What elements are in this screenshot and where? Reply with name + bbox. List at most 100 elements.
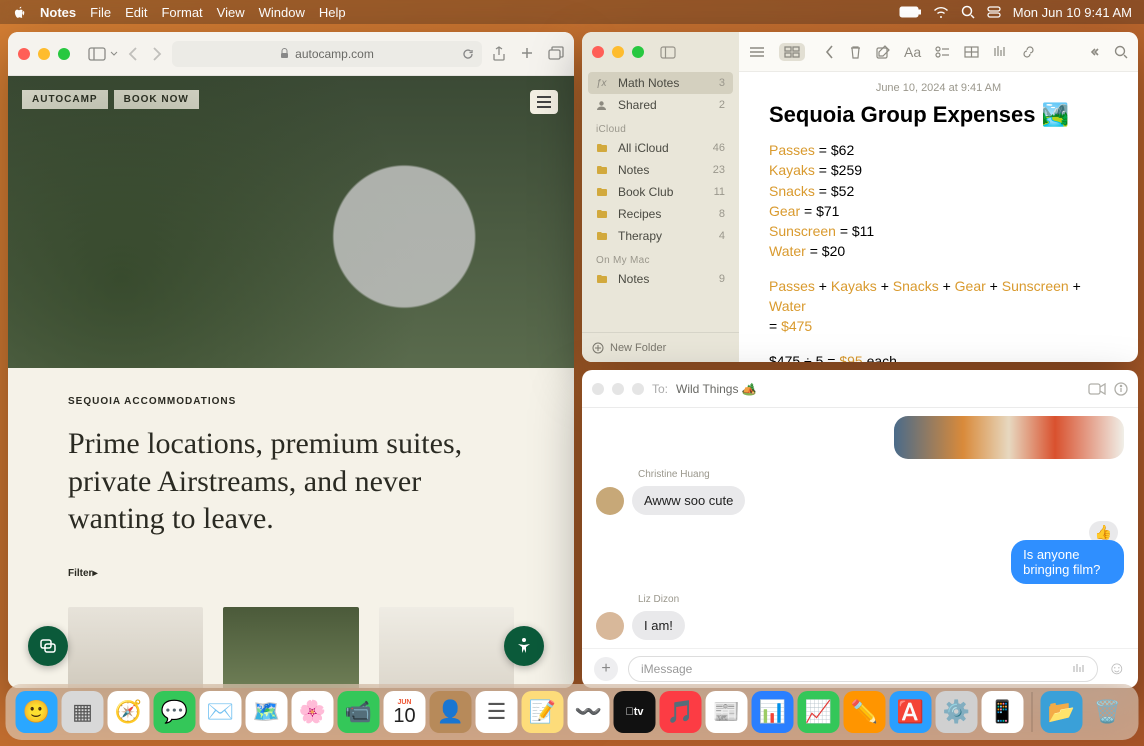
- message-bubble-sent[interactable]: Is anyone bringing film?: [1011, 540, 1124, 584]
- minimize-window-button[interactable]: [38, 48, 50, 60]
- dock-maps-icon[interactable]: 🗺️: [246, 691, 288, 733]
- fullscreen-window-button[interactable]: [632, 383, 644, 395]
- conversation-name[interactable]: Wild Things 🏕️: [676, 382, 757, 396]
- sidebar-item-therapy[interactable]: Therapy4: [588, 225, 733, 247]
- sidebar-item-math-notes[interactable]: ƒxMath Notes3: [588, 72, 733, 94]
- close-window-button[interactable]: [18, 48, 30, 60]
- dictation-icon[interactable]: [1071, 662, 1085, 676]
- accessibility-icon[interactable]: [504, 626, 544, 666]
- link-icon[interactable]: [1021, 46, 1036, 58]
- sidebar-item-notes[interactable]: Notes23: [588, 159, 733, 181]
- emoji-picker-icon[interactable]: ☺: [1108, 658, 1126, 679]
- thumbnail[interactable]: [68, 607, 203, 689]
- menu-format[interactable]: Format: [161, 5, 202, 20]
- note-editor[interactable]: June 10, 2024 at 9:41 AM Sequoia Group E…: [739, 72, 1138, 362]
- message-image-attachment[interactable]: [894, 416, 1124, 459]
- app-name[interactable]: Notes: [40, 5, 76, 20]
- dock-news-icon[interactable]: 📰: [706, 691, 748, 733]
- new-tab-icon[interactable]: [520, 46, 534, 62]
- dock-settings-icon[interactable]: ⚙️: [936, 691, 978, 733]
- sidebar-toggle-icon[interactable]: [88, 47, 106, 61]
- dock-downloads-icon[interactable]: 📂: [1041, 691, 1083, 733]
- apps-button-icon[interactable]: +: [594, 657, 618, 681]
- thumbnail[interactable]: [379, 607, 514, 689]
- dock-mail-icon[interactable]: ✉️: [200, 691, 242, 733]
- trash-icon[interactable]: [849, 45, 862, 59]
- control-center-icon[interactable]: [987, 6, 1001, 18]
- chevron-down-icon[interactable]: [110, 50, 118, 58]
- sidebar-item-recipes[interactable]: Recipes8: [588, 203, 733, 225]
- list-view-icon[interactable]: [749, 46, 765, 58]
- dock-notes-icon[interactable]: 📝: [522, 691, 564, 733]
- dock-facetime-icon[interactable]: 📹: [338, 691, 380, 733]
- fullscreen-window-button[interactable]: [632, 46, 644, 58]
- battery-icon[interactable]: [899, 6, 921, 18]
- close-window-button[interactable]: [592, 383, 604, 395]
- avatar[interactable]: [596, 612, 624, 640]
- fullscreen-window-button[interactable]: [58, 48, 70, 60]
- message-thread[interactable]: Christine Huang Awww soo cute 👍 Is anyon…: [582, 408, 1138, 648]
- gallery-view-icon[interactable]: [779, 43, 805, 61]
- dock-pages-icon[interactable]: ✏️: [844, 691, 886, 733]
- dock-launchpad-icon[interactable]: ▦: [62, 691, 104, 733]
- menu-file[interactable]: File: [90, 5, 111, 20]
- more-icon[interactable]: [1086, 47, 1100, 57]
- facetime-icon[interactable]: [1088, 383, 1106, 395]
- new-folder-button[interactable]: New Folder: [582, 332, 739, 362]
- back-icon[interactable]: [825, 45, 835, 59]
- dock-freeform-icon[interactable]: 〰️: [568, 691, 610, 733]
- checklist-icon[interactable]: [935, 46, 950, 58]
- dock-safari-icon[interactable]: 🧭: [108, 691, 150, 733]
- dock-calendar-icon[interactable]: JUN10: [384, 691, 426, 733]
- dock-trash-icon[interactable]: 🗑️: [1087, 691, 1129, 733]
- table-icon[interactable]: [964, 46, 979, 58]
- menu-help[interactable]: Help: [319, 5, 346, 20]
- forward-button[interactable]: [150, 47, 162, 61]
- sidebar-toggle-icon[interactable]: [660, 46, 676, 59]
- spotlight-icon[interactable]: [961, 5, 975, 19]
- menubar-clock[interactable]: Mon Jun 10 9:41 AM: [1013, 5, 1132, 20]
- tabs-icon[interactable]: [548, 46, 564, 62]
- message-bubble[interactable]: Awww soo cute: [632, 486, 745, 515]
- site-logo[interactable]: AUTOCAMP: [22, 90, 108, 109]
- share-icon[interactable]: [492, 46, 506, 62]
- media-icon[interactable]: [993, 45, 1007, 58]
- message-input[interactable]: iMessage: [628, 656, 1098, 682]
- wifi-icon[interactable]: [933, 6, 949, 18]
- format-text-icon[interactable]: Aa: [904, 44, 921, 60]
- apple-menu-icon[interactable]: [12, 5, 26, 19]
- sidebar-item-shared[interactable]: Shared2: [588, 94, 733, 116]
- address-bar[interactable]: autocamp.com: [172, 41, 482, 67]
- minimize-window-button[interactable]: [612, 46, 624, 58]
- compose-icon[interactable]: [876, 45, 890, 59]
- dock-contacts-icon[interactable]: 👤: [430, 691, 472, 733]
- dock-reminders-icon[interactable]: ☰: [476, 691, 518, 733]
- chat-widget-icon[interactable]: [28, 626, 68, 666]
- dock-messages-icon[interactable]: 💬: [154, 691, 196, 733]
- avatar[interactable]: [596, 487, 624, 515]
- minimize-window-button[interactable]: [612, 383, 624, 395]
- dock-keynote-icon[interactable]: 📊: [752, 691, 794, 733]
- back-button[interactable]: [128, 47, 140, 61]
- hamburger-menu-icon[interactable]: [530, 90, 558, 114]
- menu-edit[interactable]: Edit: [125, 5, 147, 20]
- sidebar-item-book-club[interactable]: Book Club11: [588, 181, 733, 203]
- dock-appstore-icon[interactable]: 🅰️: [890, 691, 932, 733]
- dock-music-icon[interactable]: 🎵: [660, 691, 702, 733]
- message-bubble[interactable]: I am!: [632, 611, 685, 640]
- dock-numbers-icon[interactable]: 📈: [798, 691, 840, 733]
- menu-window[interactable]: Window: [259, 5, 305, 20]
- dock-photos-icon[interactable]: 🌸: [292, 691, 334, 733]
- search-icon[interactable]: [1114, 45, 1128, 59]
- close-window-button[interactable]: [592, 46, 604, 58]
- book-now-button[interactable]: BOOK NOW: [114, 90, 199, 109]
- menu-view[interactable]: View: [217, 5, 245, 20]
- dock-finder-icon[interactable]: 🙂: [16, 691, 58, 733]
- filter-button[interactable]: Filter▸: [68, 568, 514, 579]
- sidebar-item-all-icloud[interactable]: All iCloud46: [588, 137, 733, 159]
- dock-tv-icon[interactable]: tv: [614, 691, 656, 733]
- reload-icon[interactable]: [462, 48, 474, 60]
- dock-iphone-mirroring-icon[interactable]: 📱: [982, 691, 1024, 733]
- thumbnail[interactable]: [223, 607, 358, 689]
- sidebar-item-notes[interactable]: Notes9: [588, 268, 733, 290]
